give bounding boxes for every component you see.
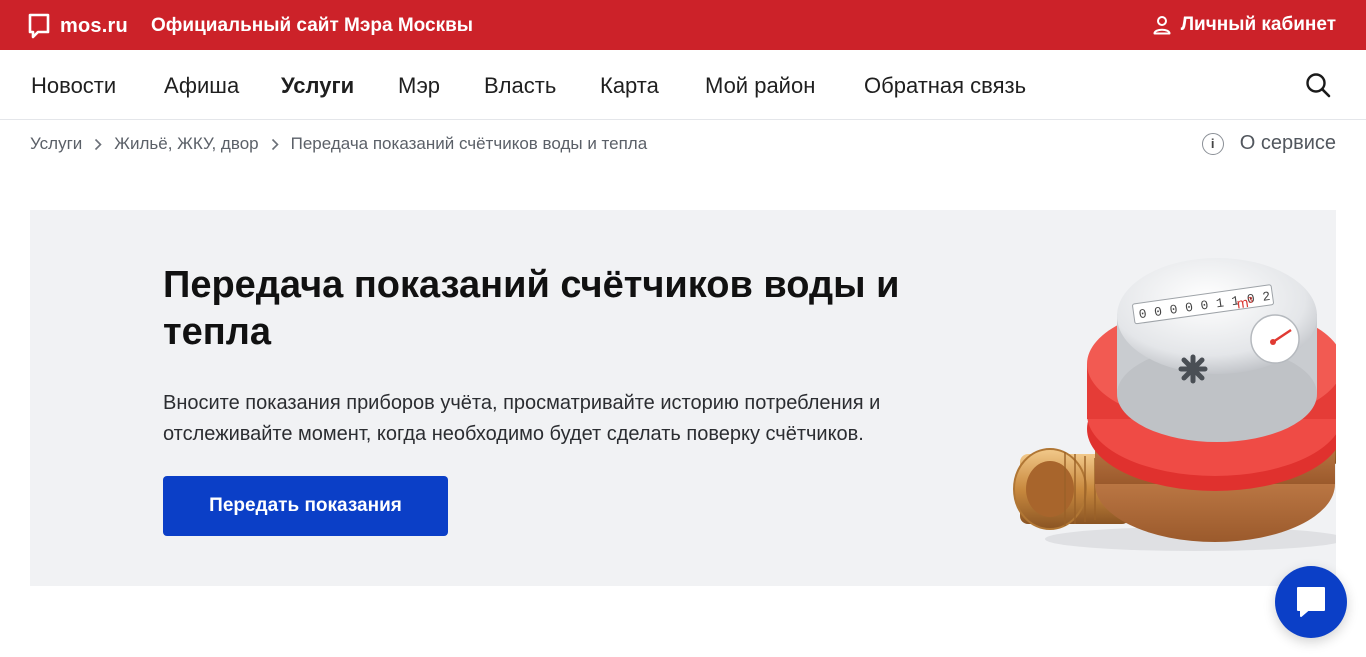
- submit-readings-button[interactable]: Передать показания: [163, 476, 448, 536]
- nav-item-government[interactable]: Власть: [484, 73, 556, 99]
- nav-item-mayor[interactable]: Мэр: [398, 73, 440, 99]
- page-title: Передача показаний счётчиков воды и тепл…: [163, 264, 900, 353]
- logo-text: mos.ru: [60, 14, 128, 37]
- nav-item-feedback[interactable]: Обратная связь: [864, 73, 1026, 99]
- nav-item-my-district[interactable]: Мой район: [705, 73, 815, 99]
- site-title[interactable]: Официальный сайт Мэра Москвы: [151, 15, 473, 37]
- svg-text:m³: m³: [1236, 293, 1255, 311]
- breadcrumb-item-services[interactable]: Услуги: [30, 134, 82, 154]
- service-description: Вносите показания приборов учёта, просма…: [163, 392, 881, 445]
- breadcrumb-item-housing[interactable]: Жильё, ЖКУ, двор: [114, 134, 258, 154]
- search-button[interactable]: [1305, 72, 1331, 103]
- nav-item-map[interactable]: Карта: [600, 73, 659, 99]
- info-icon: i: [1201, 132, 1224, 155]
- nav-item-services[interactable]: Услуги: [281, 73, 354, 99]
- about-service-label: О сервисе: [1239, 132, 1336, 154]
- nav-item-afisha[interactable]: Афиша: [164, 73, 239, 99]
- nav-item-news[interactable]: Новости: [31, 73, 116, 99]
- search-icon: [1306, 73, 1331, 98]
- water-meter-image: 0 0 0 0 0 1 1 0 2 m³: [1013, 258, 1336, 551]
- top-bar: mos.ru Официальный сайт Мэра Москвы Личн…: [0, 0, 1366, 50]
- user-icon: [1153, 16, 1171, 35]
- about-service-link[interactable]: i О сервисе: [1201, 132, 1336, 155]
- main-nav: Новости Афиша Услуги Мэр Власть Карта Мо…: [0, 50, 1366, 120]
- breadcrumb-item-current: Передача показаний счётчиков воды и тепл…: [290, 134, 648, 153]
- personal-account-label: Личный кабинет: [1180, 14, 1336, 35]
- service-hero: Передача показаний счётчиков воды и тепл…: [30, 210, 1336, 586]
- chat-icon: [1297, 587, 1325, 617]
- breadcrumb: Услуги Жильё, ЖКУ, двор Передача показан…: [30, 134, 647, 154]
- mos-logo-icon: [28, 13, 50, 39]
- mos-logo[interactable]: mos.ru: [28, 13, 128, 39]
- chevron-right-icon: [271, 138, 279, 151]
- chat-button[interactable]: [1275, 566, 1347, 638]
- chevron-right-icon: [94, 138, 102, 151]
- personal-account-link[interactable]: Личный кабинет: [1152, 14, 1336, 36]
